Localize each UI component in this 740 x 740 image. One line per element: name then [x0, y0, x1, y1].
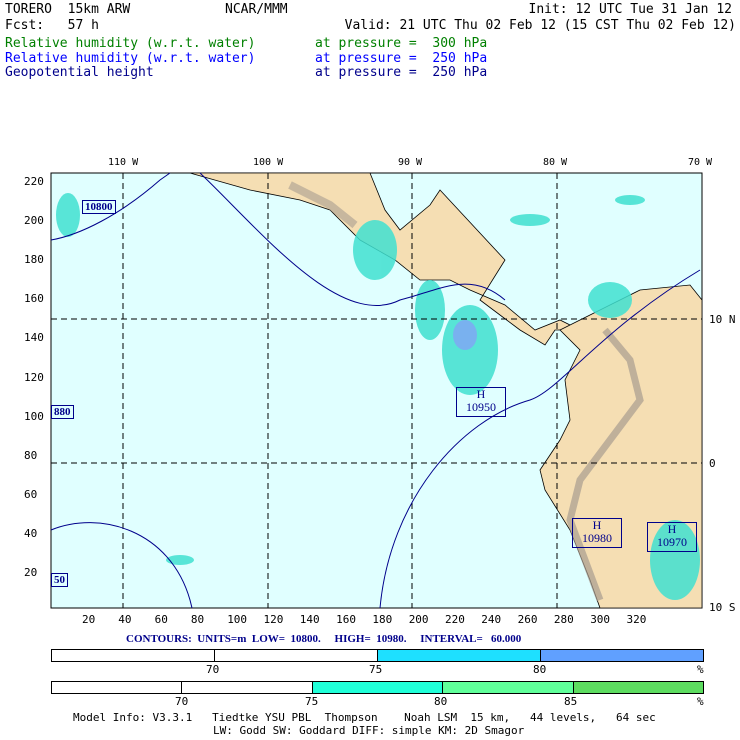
y-tick-label: 220: [24, 175, 44, 188]
legend-label: 70: [175, 695, 189, 708]
longitude-label: 70 W: [688, 157, 713, 168]
y-tick-label: 20: [24, 566, 38, 579]
legend-swatch: [52, 650, 215, 661]
legend-swatch: [52, 682, 183, 693]
x-tick-label: 260: [517, 613, 538, 626]
x-tick-label: 140: [299, 613, 320, 626]
x-tick-label: 120: [263, 613, 284, 626]
legend-label: %: [697, 695, 704, 708]
longitude-label: 90 W: [398, 157, 423, 168]
x-tick-label: 60: [154, 613, 168, 626]
legend-bar-300hpa: [51, 681, 704, 694]
x-tick-label: 300: [590, 613, 611, 626]
legend-swatch: [443, 682, 574, 693]
latitude-label: 10 S: [709, 601, 736, 614]
y-tick-label: 200: [24, 214, 44, 228]
legend-label: 75: [369, 663, 383, 676]
legend-swatch: [182, 682, 313, 693]
legend-label: 80: [434, 695, 448, 708]
legend-swatch: [378, 650, 541, 661]
high-value: 10980: [582, 531, 612, 545]
legend-label: 75: [305, 695, 319, 708]
x-tick-label: 320: [626, 613, 647, 626]
legend-label: 70: [206, 663, 220, 676]
longitude-label: 110 W: [108, 157, 139, 168]
model-info-physics: LW: Godd SW: Goddard DIFF: simple KM: 2D…: [213, 724, 525, 737]
y-tick-label: 40: [24, 526, 38, 540]
legend-swatch: [573, 682, 704, 693]
y-tick-label: 180: [24, 253, 44, 267]
high-letter: H: [476, 387, 486, 401]
legend-label: 85: [564, 695, 578, 708]
contour-label: 880: [51, 405, 74, 419]
high-pressure-marker: H 10980: [572, 518, 622, 548]
y-tick-label: 100: [24, 409, 44, 423]
contour-label: 50: [51, 573, 68, 587]
x-tick-label: 180: [372, 613, 393, 626]
y-tick-label: 120: [24, 370, 44, 384]
x-tick-label: 100: [227, 613, 248, 626]
latitude-label: 10 N: [709, 313, 736, 326]
weather-map: [50, 172, 703, 609]
x-tick-label: 80: [190, 613, 205, 626]
y-tick-label: 160: [24, 292, 44, 306]
x-tick-label: 240: [481, 613, 502, 626]
x-tick-label: 200: [408, 613, 429, 626]
legend-swatch: [215, 650, 378, 661]
longitude-label: 80 W: [543, 157, 568, 168]
contour-label: 10800: [82, 200, 116, 214]
x-tick-label: 40: [118, 613, 132, 626]
high-letter: H: [592, 518, 602, 532]
x-tick-label: 20: [82, 613, 96, 626]
high-pressure-marker: H 10970: [647, 522, 697, 552]
model-info: Model Info: V3.3.1 Tiedtke YSU PBL Thomp…: [73, 711, 656, 724]
contours-info: CONTOURS: UNITS=m LOW= 10800. HIGH= 1098…: [126, 633, 522, 645]
latitude-label: 0: [709, 457, 716, 470]
x-tick-label: 280: [553, 613, 574, 626]
longitude-label: 100 W: [253, 157, 284, 168]
high-value: 10970: [657, 535, 687, 549]
x-tick-label: 160: [336, 613, 356, 626]
y-tick-label: 80: [24, 448, 38, 462]
legend-label: %: [697, 663, 704, 676]
high-pressure-marker: H 10950: [456, 387, 506, 417]
high-value: 10950: [466, 400, 496, 414]
x-tick-label: 220: [445, 613, 465, 626]
legend-swatch: [312, 682, 444, 693]
legend-label: 80: [533, 663, 547, 676]
high-letter: H: [667, 522, 677, 536]
y-tick-label: 60: [24, 487, 38, 501]
legend-swatch: [541, 650, 703, 661]
y-tick-label: 140: [24, 331, 44, 345]
legend-bar-250hpa: [51, 649, 704, 662]
